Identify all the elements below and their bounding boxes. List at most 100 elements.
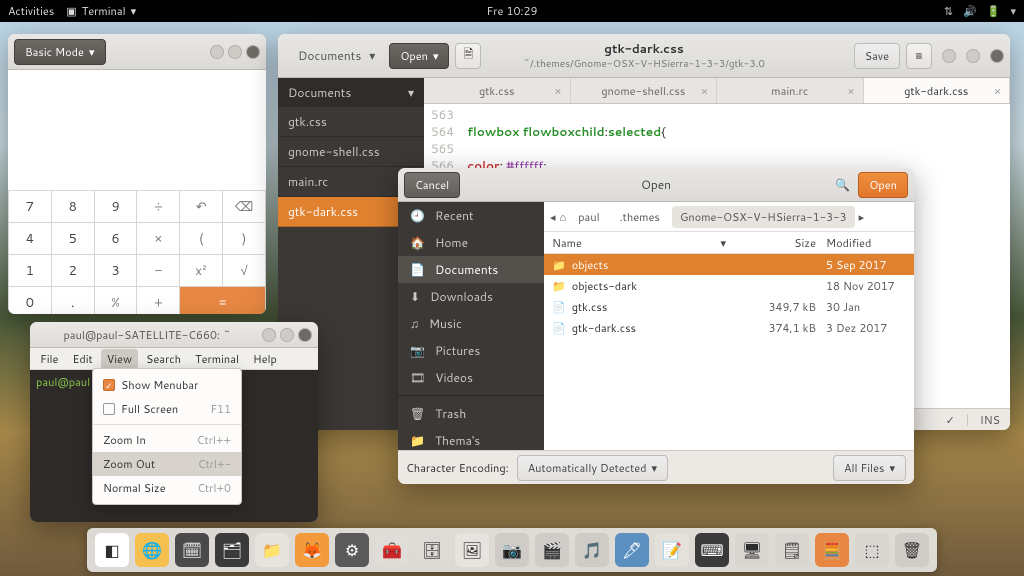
minimize-button[interactable] — [210, 45, 224, 59]
volume-icon[interactable]: 🔊 — [963, 3, 977, 19]
menu-popup-item[interactable]: Full ScreenF11 — [93, 397, 241, 421]
dock-app[interactable]: 🗂 — [215, 533, 249, 567]
menu-item[interactable]: Search — [140, 349, 187, 369]
editor-tab[interactable]: gtk.css× — [424, 78, 571, 103]
path-segment[interactable]: Gnome-OSX-V-HSierra-1-3-3 — [672, 206, 855, 228]
dock-app[interactable]: 🗒 — [775, 533, 809, 567]
menu-item[interactable]: View — [101, 349, 138, 369]
dock-app[interactable]: ◧ — [95, 533, 129, 567]
cancel-button[interactable]: Cancel — [404, 172, 460, 198]
dock-app[interactable]: 📝 — [655, 533, 689, 567]
documents-panel-button[interactable]: Documents ▾ — [284, 47, 389, 64]
calc-key[interactable]: 1 — [9, 255, 51, 286]
maximize-button[interactable] — [280, 328, 294, 342]
calc-key[interactable]: × — [137, 223, 179, 254]
clock[interactable]: Fre 10:29 — [487, 3, 538, 19]
calc-key[interactable]: 6 — [95, 223, 137, 254]
activities-button[interactable]: Activities — [8, 3, 54, 19]
calc-key[interactable]: 8 — [52, 191, 94, 222]
calc-key[interactable]: √ — [223, 255, 265, 286]
menu-popup-item[interactable]: ✓Show Menubar — [93, 373, 241, 397]
calc-key[interactable]: 5 — [52, 223, 94, 254]
menu-popup-item[interactable]: Zoom OutCtrl+- — [93, 452, 241, 476]
places-item[interactable]: 🗑Trash — [398, 400, 544, 427]
calc-key[interactable]: ÷ — [137, 191, 179, 222]
new-tab-button[interactable]: 🗎 — [455, 43, 481, 69]
calc-key[interactable]: % — [95, 287, 137, 314]
places-item[interactable]: ⬇Downloads — [398, 283, 544, 310]
close-button[interactable] — [246, 45, 260, 59]
file-column-headers[interactable]: Name▾ Size Modified — [544, 232, 914, 254]
close-tab-icon[interactable]: × — [555, 83, 562, 99]
file-row[interactable]: 📄gtk-dark.css374,1 kB3 Dez 2017 — [544, 317, 914, 338]
dock-app[interactable]: 🖼 — [455, 533, 489, 567]
calc-key[interactable]: 9 — [95, 191, 137, 222]
menu-item[interactable]: File — [34, 349, 64, 369]
calc-key[interactable]: ⌫ — [223, 191, 265, 222]
dock-app[interactable]: ⌨ — [695, 533, 729, 567]
insert-mode-indicator[interactable]: INS — [980, 412, 1000, 428]
home-icon[interactable]: ⌂ — [560, 209, 567, 225]
calc-key[interactable]: 7 — [9, 191, 51, 222]
places-item[interactable]: 📷Pictures — [398, 337, 544, 364]
calc-key[interactable]: − — [137, 255, 179, 286]
calc-key[interactable]: 0 — [9, 287, 51, 314]
menu-item[interactable]: Terminal — [189, 349, 245, 369]
dock-app[interactable]: 🧰 — [375, 533, 409, 567]
calc-key[interactable]: . — [52, 287, 94, 314]
file-row[interactable]: 📄gtk.css349,7 kB30 Jan — [544, 296, 914, 317]
close-tab-icon[interactable]: × — [848, 83, 855, 99]
close-button[interactable] — [298, 328, 312, 342]
editor-tab[interactable]: gnome-shell.css× — [571, 78, 718, 103]
minimize-button[interactable] — [942, 49, 956, 63]
close-button[interactable] — [990, 49, 1004, 63]
calc-key[interactable]: = — [180, 287, 265, 314]
system-menu-icon[interactable]: ▾ — [1010, 3, 1016, 19]
places-item[interactable]: 🎞Videos — [398, 364, 544, 391]
dock-app[interactable]: 🌐 — [135, 533, 169, 567]
encoding-dropdown[interactable]: Automatically Detected ▾ — [517, 455, 668, 481]
dock-app[interactable]: 🗄 — [415, 533, 449, 567]
calc-key[interactable]: 2 — [52, 255, 94, 286]
menu-item[interactable]: Help — [247, 349, 283, 369]
maximize-button[interactable] — [228, 45, 242, 59]
file-list[interactable]: 📁objects5 Sep 2017📁objects-dark18 Nov 20… — [544, 254, 914, 338]
dock-app[interactable]: ⬚ — [855, 533, 889, 567]
dock-app[interactable]: ⚙ — [335, 533, 369, 567]
focused-app-menu[interactable]: ▣ Terminal ▾ — [66, 3, 136, 19]
places-item[interactable]: 📁Thema's — [398, 427, 544, 450]
documents-section-header[interactable]: Documents▾ — [278, 78, 424, 107]
close-tab-icon[interactable]: × — [994, 83, 1001, 99]
dock-app[interactable]: 📷 — [495, 533, 529, 567]
calc-key[interactable]: ( — [180, 223, 222, 254]
path-bar[interactable]: ◂ ⌂ paul .themes Gnome-OSX-V-HSierra-1-3… — [544, 202, 914, 232]
file-row[interactable]: 📁objects5 Sep 2017 — [544, 254, 914, 275]
calc-key[interactable]: ↶ — [180, 191, 222, 222]
calc-key[interactable]: 4 — [9, 223, 51, 254]
maximize-button[interactable] — [966, 49, 980, 63]
terminal-menubar[interactable]: FileEditViewSearchTerminalHelp — [30, 348, 318, 370]
calc-key[interactable]: x² — [180, 255, 222, 286]
calc-key[interactable]: ) — [223, 223, 265, 254]
network-icon[interactable]: ⇅ — [944, 3, 953, 19]
sidebar-doc-item[interactable]: gnome-shell.css — [278, 137, 424, 167]
path-segment[interactable]: paul — [570, 206, 607, 228]
editor-tab[interactable]: main.rc× — [717, 78, 864, 103]
dock-app[interactable]: 🧮 — [815, 533, 849, 567]
calc-key[interactable]: + — [137, 287, 179, 314]
terminal-content[interactable]: paul@paul ✓Show MenubarFull ScreenF11Zoo… — [30, 370, 318, 522]
dock-app[interactable]: 🎵 — [575, 533, 609, 567]
dock-app[interactable]: 🦊 — [295, 533, 329, 567]
file-row[interactable]: 📁objects-dark18 Nov 2017 — [544, 275, 914, 296]
close-tab-icon[interactable]: × — [701, 83, 708, 99]
menu-popup-item[interactable]: Normal SizeCtrl+0 — [93, 476, 241, 500]
dock-app[interactable]: 🖋 — [615, 533, 649, 567]
open-button[interactable]: Open ▾ — [389, 43, 449, 69]
calc-key[interactable]: 3 — [95, 255, 137, 286]
places-item[interactable]: 🏠Home — [398, 229, 544, 256]
hamburger-menu-button[interactable]: ≡ — [906, 43, 932, 69]
dock-app[interactable]: 🎬 — [535, 533, 569, 567]
calc-display[interactable] — [8, 70, 266, 190]
menu-item[interactable]: Edit — [66, 349, 98, 369]
search-icon[interactable]: 🔍 — [835, 176, 850, 193]
